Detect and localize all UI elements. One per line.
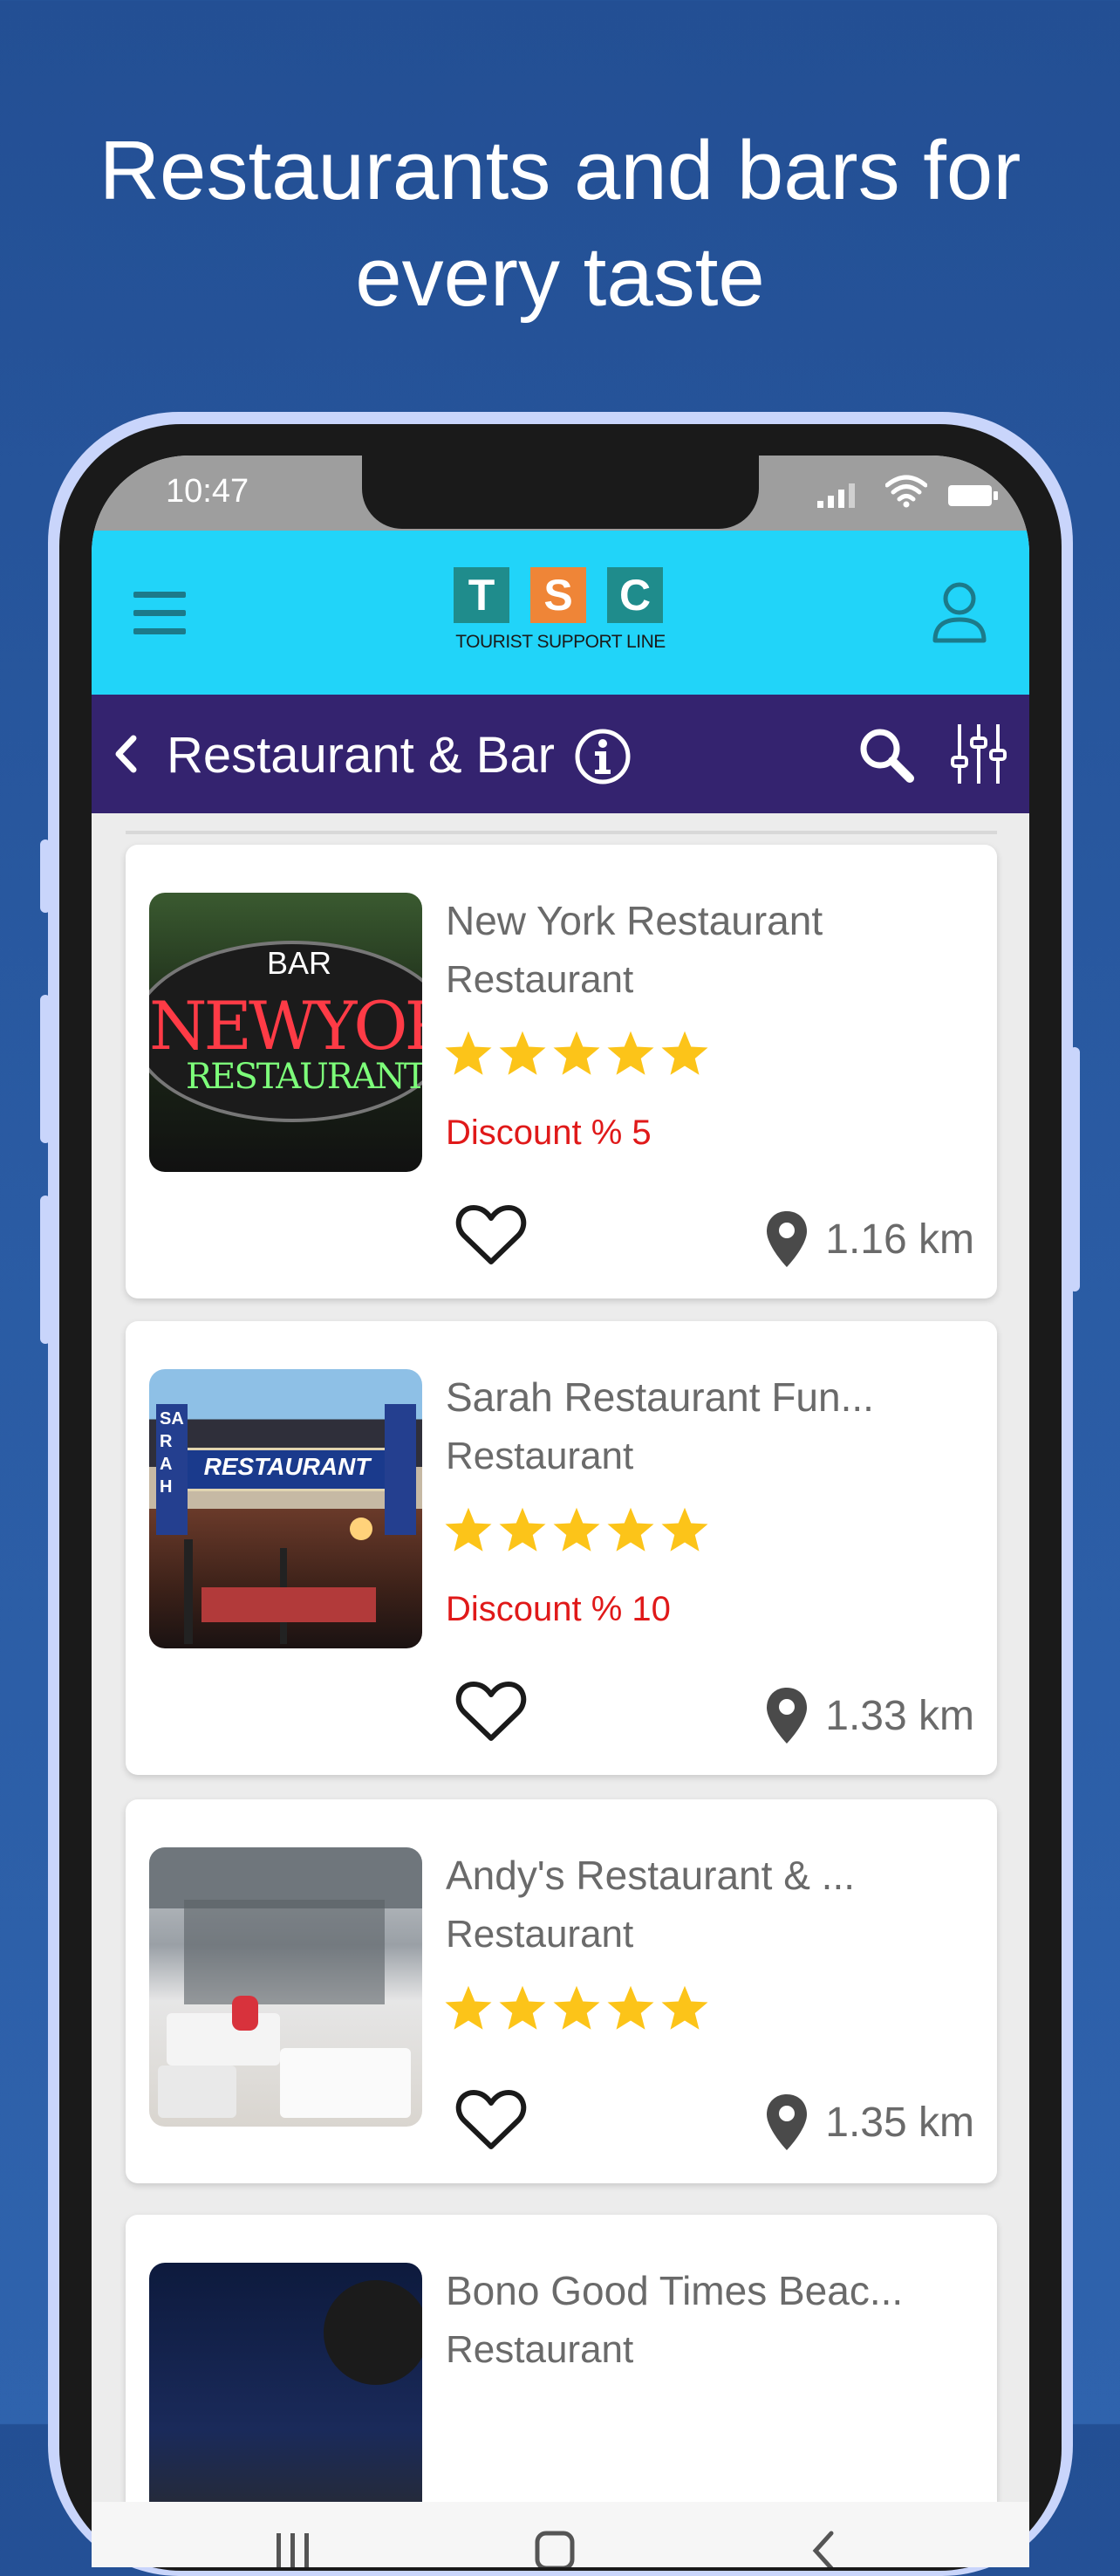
app-logo[interactable]: T S C TOURIST SUPPORT LINE bbox=[449, 567, 672, 663]
thumb-sign-sub: RESTAURANT bbox=[186, 1057, 422, 1097]
phone-power-button bbox=[1069, 1047, 1080, 1291]
info-icon[interactable] bbox=[574, 728, 632, 785]
distance-label: 1.33 km bbox=[825, 1692, 974, 1739]
listing-category: Restaurant bbox=[446, 2328, 634, 2371]
listing-name: New York Restaurant bbox=[446, 898, 823, 943]
listing-category: Restaurant bbox=[446, 1913, 634, 1956]
star-icon bbox=[661, 1985, 708, 2030]
thumb-sign-bar: BAR bbox=[267, 945, 332, 981]
star-icon bbox=[499, 1031, 546, 1075]
discount-label: Discount % 5 bbox=[446, 1113, 652, 1152]
category-header-bar: Restaurant & Bar bbox=[92, 695, 1029, 813]
listing-name: Bono Good Times Beac... bbox=[446, 2268, 904, 2313]
logo-letter-c: C bbox=[607, 567, 663, 623]
wifi-icon bbox=[885, 475, 927, 508]
listing-thumbnail bbox=[149, 2263, 422, 2542]
recent-apps-icon[interactable] bbox=[273, 2528, 313, 2567]
distance-label: 1.16 km bbox=[825, 1216, 974, 1263]
listing-thumbnail: RESTAURANT SARAH bbox=[149, 1369, 422, 1648]
phone-notch bbox=[362, 456, 759, 529]
phone-volume-down bbox=[40, 1196, 51, 1344]
listing-category: Restaurant bbox=[446, 1435, 634, 1477]
rating-stars bbox=[442, 1028, 711, 1080]
listing-thumbnail bbox=[149, 1847, 422, 2127]
star-icon bbox=[553, 1985, 600, 2030]
listing-category: Restaurant bbox=[446, 958, 634, 1001]
phone-screen: 10:47 T S C TOURIST SUPPORT LINE Restaur… bbox=[92, 456, 1029, 2567]
thumb-sign-main: NEWYOR bbox=[149, 987, 422, 1065]
star-icon bbox=[445, 1985, 492, 2030]
thumb-side-sign: SARAH bbox=[160, 1409, 184, 1497]
app-bar: T S C TOURIST SUPPORT LINE bbox=[92, 531, 1029, 695]
logo-letter-t: T bbox=[454, 567, 509, 623]
back-nav-icon[interactable] bbox=[805, 2528, 840, 2567]
listing-name: Andy's Restaurant & ... bbox=[446, 1853, 856, 1898]
listing-name: Sarah Restaurant Fun... bbox=[446, 1374, 874, 1420]
star-icon bbox=[553, 1031, 600, 1075]
star-icon bbox=[607, 1507, 654, 1552]
search-icon[interactable] bbox=[857, 726, 915, 784]
heart-icon[interactable] bbox=[455, 1679, 527, 1744]
listing-thumbnail: BAR NEWYOR RESTAURANT bbox=[149, 893, 422, 1172]
star-icon bbox=[661, 1507, 708, 1552]
distance-info: 1.35 km bbox=[764, 2093, 974, 2152]
heart-icon[interactable] bbox=[455, 2087, 527, 2152]
signal-icon bbox=[817, 483, 855, 508]
distance-label: 1.35 km bbox=[825, 2099, 974, 2146]
discount-label: Discount % 10 bbox=[446, 1590, 671, 1628]
location-pin-icon bbox=[767, 2094, 808, 2150]
user-icon[interactable] bbox=[931, 581, 988, 644]
logo-letter-s: S bbox=[530, 567, 586, 623]
star-icon bbox=[553, 1507, 600, 1552]
status-time: 10:47 bbox=[166, 473, 249, 510]
status-bar: 10:47 bbox=[92, 456, 1029, 531]
phone-side-button bbox=[40, 839, 51, 913]
headline-line-2: every taste bbox=[355, 230, 765, 324]
chevron-left-icon[interactable] bbox=[111, 733, 140, 775]
rating-stars bbox=[442, 1504, 711, 1557]
listing-card[interactable]: Andy's Restaurant & ... Restaurant 1.35 … bbox=[126, 1799, 997, 2183]
star-icon bbox=[445, 1031, 492, 1075]
logo-subtitle: TOURIST SUPPORT LINE bbox=[455, 632, 666, 652]
star-icon bbox=[661, 1031, 708, 1075]
star-icon bbox=[499, 1507, 546, 1552]
heart-icon[interactable] bbox=[455, 1202, 527, 1267]
star-icon bbox=[607, 1985, 654, 2030]
hamburger-icon[interactable] bbox=[133, 590, 186, 637]
distance-info: 1.33 km bbox=[764, 1686, 974, 1745]
distance-info: 1.16 km bbox=[764, 1209, 974, 1269]
star-icon bbox=[607, 1031, 654, 1075]
rating-stars bbox=[442, 1983, 711, 2035]
headline-line-1: Restaurants and bars for bbox=[99, 124, 1021, 217]
promo-headline: Restaurants and bars for every taste bbox=[0, 118, 1120, 331]
list-divider bbox=[126, 831, 997, 834]
star-icon bbox=[499, 1985, 546, 2030]
listing-card[interactable]: BAR NEWYOR RESTAURANT New York Restauran… bbox=[126, 845, 997, 1298]
location-pin-icon bbox=[767, 1688, 808, 1744]
star-icon bbox=[445, 1507, 492, 1552]
sliders-icon[interactable] bbox=[951, 721, 1007, 787]
category-title: Restaurant & Bar bbox=[167, 727, 555, 784]
system-nav-bar bbox=[92, 2502, 1029, 2567]
home-icon[interactable] bbox=[533, 2528, 577, 2567]
status-icons bbox=[817, 475, 999, 508]
listing-card[interactable]: RESTAURANT SARAH Sarah Restaurant Fun...… bbox=[126, 1321, 997, 1775]
battery-icon bbox=[948, 485, 998, 506]
location-pin-icon bbox=[767, 1211, 808, 1267]
phone-volume-up bbox=[40, 995, 51, 1143]
listing-scroll[interactable]: BAR NEWYOR RESTAURANT New York Restauran… bbox=[92, 813, 1029, 2567]
thumb-sign-main: RESTAURANT bbox=[203, 1453, 371, 1480]
